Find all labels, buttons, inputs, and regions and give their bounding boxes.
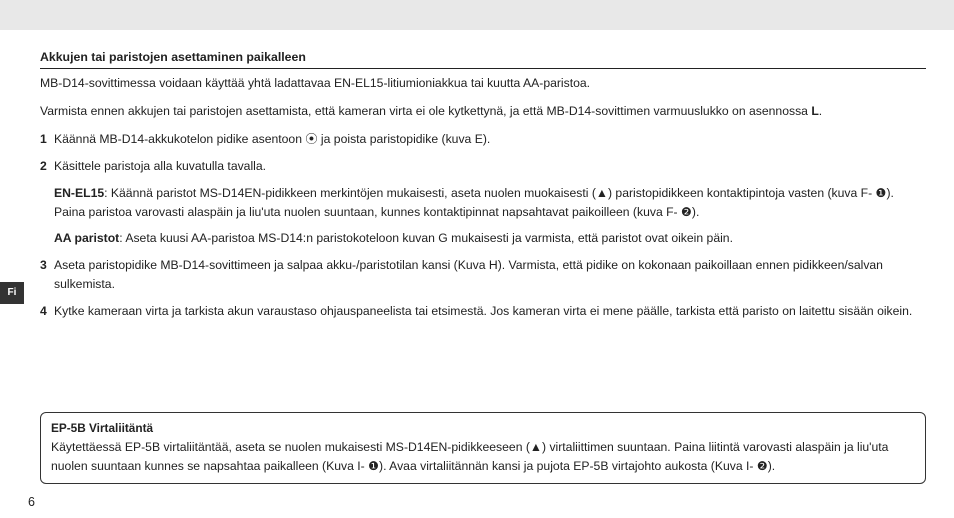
page-number: 6 [28,493,35,512]
language-tab: Fi [0,282,24,304]
enel15-text: : Käännä paristot MS-D14EN-pidikkeen mer… [54,186,894,219]
step-text: Käännä MB-D14-akkukotelon pidike asentoo… [54,130,926,149]
step-2-sub-enel15: EN-EL15: Käännä paristot MS-D14EN-pidikk… [54,184,926,222]
section-heading: Akkujen tai paristojen asettaminen paika… [40,48,926,69]
step-text: Käsittele paristoja alla kuvatulla taval… [54,157,926,176]
step-3: 3 Aseta paristopidike MB-D14-sovittimeen… [40,256,926,294]
step-number: 1 [40,130,54,149]
callout-box-ep5b: EP-5B Virtaliitäntä Käytettäessä EP-5B v… [40,412,926,484]
intro2-lock-letter: L [811,104,818,118]
step-2: 2 Käsittele paristoja alla kuvatulla tav… [40,157,926,176]
aa-text: : Aseta kuusi AA-paristoa MS-D14:n paris… [119,231,733,245]
enel15-label: EN-EL15 [54,186,104,200]
step-4: 4 Kytke kameraan virta ja tarkista akun … [40,302,926,321]
step-2-sub-aa: AA paristot: Aseta kuusi AA-paristoa MS-… [54,229,926,248]
step-1: 1 Käännä MB-D14-akkukotelon pidike asent… [40,130,926,149]
intro2-part-c: . [819,104,822,118]
page-body: Akkujen tai paristojen asettaminen paika… [0,30,954,341]
step-number: 3 [40,256,54,294]
step-number: 2 [40,157,54,176]
callout-text: Käytettäessä EP-5B virtaliitäntää, aseta… [51,438,915,476]
step-text: Aseta paristopidike MB-D14-sovittimeen j… [54,256,926,294]
callout-title: EP-5B Virtaliitäntä [51,419,915,437]
aa-label: AA paristot [54,231,119,245]
step-text: Kytke kameraan virta ja tarkista akun va… [54,302,926,321]
step-number: 4 [40,302,54,321]
intro-paragraph-2: Varmista ennen akkujen tai paristojen as… [40,102,926,121]
intro-paragraph-1: MB-D14-sovittimessa voidaan käyttää yhtä… [40,74,926,93]
top-grey-bar [0,0,954,30]
intro2-part-a: Varmista ennen akkujen tai paristojen as… [40,104,811,118]
step-list: 1 Käännä MB-D14-akkukotelon pidike asent… [40,130,926,321]
